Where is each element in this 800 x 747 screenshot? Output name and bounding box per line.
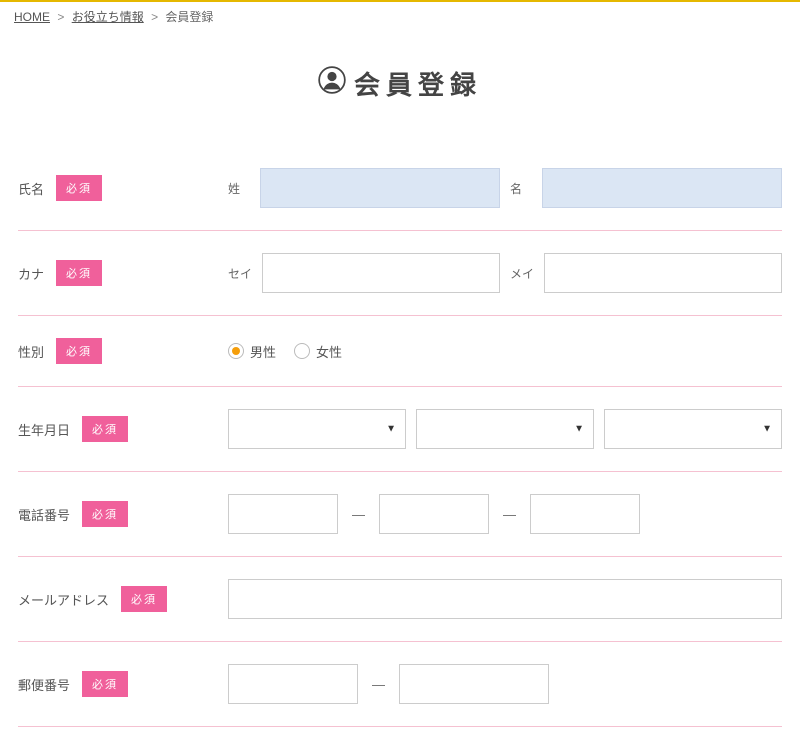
breadcrumb: HOME > お役立ち情報 > 会員登録: [0, 2, 800, 31]
label-tel: 電話番号: [18, 505, 70, 524]
row-zip: 郵便番号 必須 —: [18, 642, 782, 727]
sublabel-mei-kana: メイ: [510, 265, 534, 282]
row-name: 氏名 必須 姓 名: [18, 146, 782, 231]
sublabel-sei: 姓: [228, 180, 250, 197]
page-title-text: 会員登録: [354, 65, 482, 102]
radio-male[interactable]: 男性: [228, 342, 276, 361]
input-tel-3[interactable]: [530, 494, 640, 534]
radio-label-male: 男性: [250, 342, 276, 361]
breadcrumb-current: 会員登録: [165, 10, 213, 24]
label-email: メールアドレス: [18, 590, 109, 609]
breadcrumb-home-link[interactable]: HOME: [14, 10, 50, 24]
input-firstname-kana[interactable]: [544, 253, 782, 293]
input-lastname-kana[interactable]: [262, 253, 500, 293]
radio-icon: [294, 343, 310, 359]
tel-dash: —: [348, 507, 369, 522]
input-tel-1[interactable]: [228, 494, 338, 534]
input-zip-2[interactable]: [399, 664, 549, 704]
row-kana: カナ 必須 セイ メイ: [18, 231, 782, 316]
label-zip: 郵便番号: [18, 675, 70, 694]
tel-dash: —: [499, 507, 520, 522]
select-birth-day[interactable]: [604, 409, 782, 449]
required-badge: 必須: [82, 416, 128, 442]
input-lastname[interactable]: [260, 168, 500, 208]
label-kana: カナ: [18, 264, 44, 283]
radio-label-female: 女性: [316, 342, 342, 361]
required-badge: 必須: [82, 671, 128, 697]
input-email[interactable]: [228, 579, 782, 619]
breadcrumb-separator: >: [57, 10, 64, 24]
required-badge: 必須: [82, 501, 128, 527]
row-birth: 生年月日 必須: [18, 387, 782, 472]
select-birth-month[interactable]: [416, 409, 594, 449]
radio-female[interactable]: 女性: [294, 342, 342, 361]
select-birth-year[interactable]: [228, 409, 406, 449]
input-firstname[interactable]: [542, 168, 782, 208]
row-gender: 性別 必須 男性 女性: [18, 316, 782, 387]
zip-dash: —: [368, 677, 389, 692]
radio-group-gender: 男性 女性: [228, 342, 342, 361]
row-email: メールアドレス 必須: [18, 557, 782, 642]
label-name: 氏名: [18, 179, 44, 198]
registration-form: 氏名 必須 姓 名 カナ 必須 セイ メイ 性別 必須: [0, 146, 800, 747]
radio-icon: [228, 343, 244, 359]
page-title: 会員登録: [0, 65, 800, 102]
sublabel-mei: 名: [510, 180, 532, 197]
required-badge: 必須: [56, 260, 102, 286]
label-birth: 生年月日: [18, 420, 70, 439]
user-icon: [318, 66, 346, 101]
breadcrumb-mid-link[interactable]: お役立ち情報: [72, 10, 144, 24]
sublabel-sei-kana: セイ: [228, 265, 252, 282]
required-badge: 必須: [121, 586, 167, 612]
row-tel: 電話番号 必須 — —: [18, 472, 782, 557]
breadcrumb-separator: >: [151, 10, 158, 24]
required-badge: 必須: [56, 175, 102, 201]
input-zip-1[interactable]: [228, 664, 358, 704]
input-tel-2[interactable]: [379, 494, 489, 534]
required-badge: 必須: [56, 338, 102, 364]
label-gender: 性別: [18, 342, 44, 361]
